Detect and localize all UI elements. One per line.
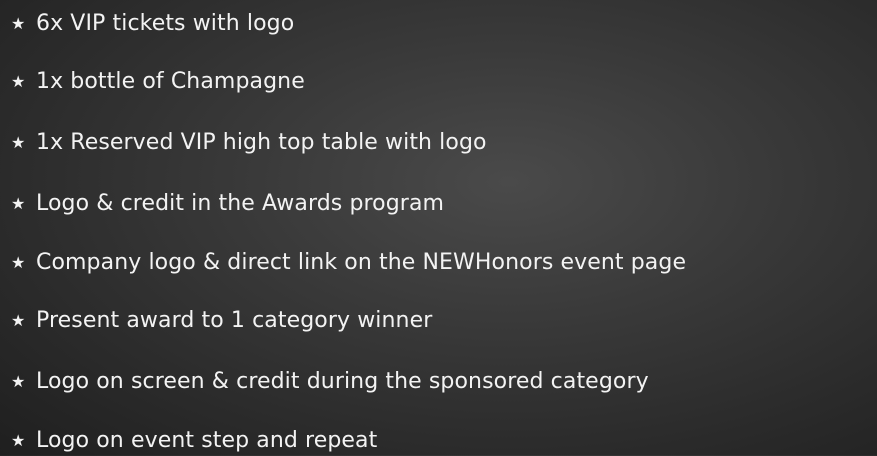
benefit-label: Present award to 1 category winner	[36, 308, 433, 333]
star-icon: ★	[11, 133, 26, 152]
list-item: ★ 6x VIP tickets with logo	[11, 9, 294, 39]
benefit-label: Company logo & direct link on the NEWHon…	[36, 250, 687, 275]
benefit-label: 6x VIP tickets with logo	[36, 11, 295, 36]
list-item: ★ 1x Reserved VIP high top table with lo…	[11, 128, 487, 158]
list-item: ★ Present award to 1 category winner	[11, 306, 432, 336]
star-icon: ★	[11, 372, 26, 391]
star-icon: ★	[11, 431, 26, 450]
benefit-label: 1x bottle of Champagne	[36, 69, 305, 94]
benefit-label: Logo on screen & credit during the spons…	[36, 369, 649, 394]
star-icon: ★	[11, 72, 26, 91]
list-item: ★ Logo on event step and repeat	[11, 426, 377, 456]
benefit-label: 1x Reserved VIP high top table with logo	[36, 130, 487, 155]
benefits-list: ★ 6x VIP tickets with logo ★ 1x bottle o…	[0, 0, 877, 455]
benefit-label: Logo & credit in the Awards program	[36, 191, 445, 216]
star-icon: ★	[11, 14, 26, 33]
star-icon: ★	[11, 253, 26, 272]
star-icon: ★	[11, 311, 26, 330]
benefit-label: Logo on event step and repeat	[36, 428, 378, 453]
list-item: ★ 1x bottle of Champagne	[11, 67, 305, 97]
list-item: ★ Logo & credit in the Awards program	[11, 189, 444, 219]
list-item: ★ Company logo & direct link on the NEWH…	[11, 248, 686, 278]
star-icon: ★	[11, 194, 26, 213]
list-item: ★ Logo on screen & credit during the spo…	[11, 367, 649, 397]
